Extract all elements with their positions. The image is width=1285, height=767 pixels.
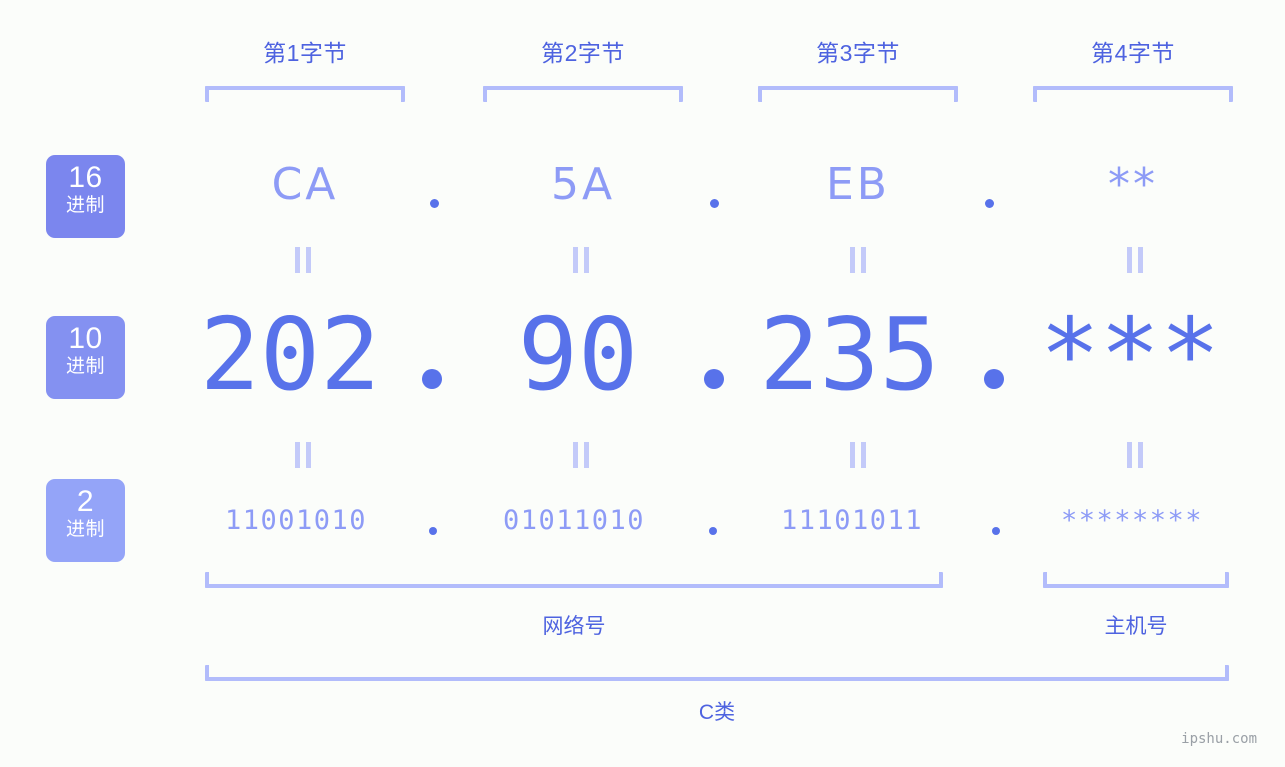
binary-separator-dot-2 bbox=[709, 527, 717, 535]
equals-icon-hex-dec-3 bbox=[849, 247, 867, 273]
hex-value-row: CA 5A EB ** bbox=[0, 155, 1285, 227]
decimal-separator-dot-2 bbox=[704, 369, 724, 389]
hex-byte-1: CA bbox=[271, 159, 339, 210]
equals-icon-hex-dec-2 bbox=[572, 247, 590, 273]
binary-byte-2: 01011010 bbox=[502, 505, 646, 536]
binary-byte-4: ******** bbox=[1060, 505, 1204, 536]
binary-byte-3: 11101011 bbox=[780, 505, 924, 536]
hex-separator-dot-1 bbox=[430, 199, 439, 208]
decimal-separator-dot-1 bbox=[422, 369, 442, 389]
byte-header-label-2: 第2字节 bbox=[541, 40, 625, 66]
byte-header-label-3: 第3字节 bbox=[816, 40, 900, 66]
decimal-separator-dot-3 bbox=[984, 369, 1004, 389]
network-portion-bracket bbox=[205, 572, 943, 588]
equals-icon-dec-bin-2 bbox=[572, 442, 590, 468]
decimal-byte-1: 202 bbox=[199, 296, 381, 413]
byte-header-label-1: 第1字节 bbox=[263, 40, 347, 66]
equals-icon-hex-dec-1 bbox=[294, 247, 312, 273]
decimal-byte-3: 235 bbox=[759, 296, 940, 413]
decimal-byte-4: *** bbox=[1039, 296, 1221, 413]
address-class-bracket bbox=[205, 665, 1229, 681]
equals-icon-dec-bin-1 bbox=[294, 442, 312, 468]
address-class-label: C类 bbox=[698, 701, 736, 724]
byte-bracket-1 bbox=[205, 86, 405, 102]
network-portion-label: 网络号 bbox=[542, 615, 606, 638]
binary-value-row: 11001010 01011010 11101011 ******** bbox=[0, 495, 1285, 551]
byte-bracket-2 bbox=[483, 86, 683, 102]
ip-address-breakdown-diagram: 第1字节 第2字节 第3字节 第4字节 16 进制 10 进制 2 进制 CA … bbox=[0, 0, 1285, 767]
host-portion-bracket bbox=[1043, 572, 1229, 588]
hex-separator-dot-2 bbox=[710, 199, 719, 208]
binary-separator-dot-3 bbox=[992, 527, 1000, 535]
hex-separator-dot-3 bbox=[985, 199, 994, 208]
equals-icon-dec-bin-4 bbox=[1126, 442, 1144, 468]
equals-icon-dec-bin-3 bbox=[849, 442, 867, 468]
decimal-value-row: 202 90 235 *** bbox=[0, 295, 1285, 415]
byte-header-label-4: 第4字节 bbox=[1091, 40, 1175, 66]
binary-byte-1: 11001010 bbox=[224, 505, 368, 536]
site-watermark: ipshu.com bbox=[1181, 731, 1257, 747]
hex-byte-3: EB bbox=[826, 159, 890, 210]
byte-bracket-3 bbox=[758, 86, 958, 102]
byte-bracket-4 bbox=[1033, 86, 1233, 102]
hex-byte-4: ** bbox=[1108, 159, 1158, 210]
host-portion-label: 主机号 bbox=[1104, 615, 1168, 638]
hex-byte-2: 5A bbox=[550, 159, 616, 210]
binary-separator-dot-1 bbox=[429, 527, 437, 535]
equals-icon-hex-dec-4 bbox=[1126, 247, 1144, 273]
decimal-byte-2: 90 bbox=[517, 296, 639, 413]
